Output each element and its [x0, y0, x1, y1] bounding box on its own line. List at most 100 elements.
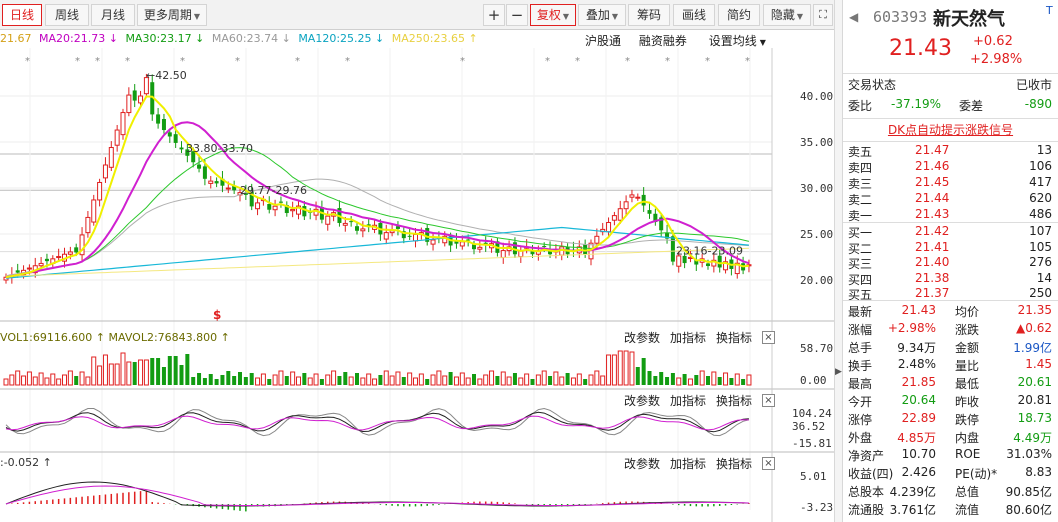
- kline-chart-area[interactable]: 40.00 35.00 30.00 25.00 20.00 * * * * * * * * * * * * * * *…: [0, 30, 834, 522]
- chart-links: 沪股通 融资融券 设置均线 ▼: [585, 32, 766, 49]
- volume-bar: [548, 376, 553, 385]
- draw-line-button[interactable]: 画线: [673, 4, 715, 26]
- chips-button[interactable]: 筹码: [628, 4, 670, 26]
- kdj-axis-label: 104.24: [792, 407, 832, 420]
- stat-row: 总股本 4.239亿 总值 90.85亿: [843, 483, 1058, 501]
- volume-bar: [570, 377, 576, 386]
- volume-bar: [734, 373, 740, 386]
- prev-stock-icon[interactable]: ◀: [849, 10, 858, 24]
- ma5-legend: 21.67: [0, 32, 32, 45]
- collapse-arrow-icon[interactable]: ▶: [834, 367, 843, 377]
- volume-bar: [418, 373, 424, 386]
- volume-bar: [629, 351, 635, 386]
- edit-params-link[interactable]: 改参数: [624, 394, 660, 408]
- candle-body: [342, 222, 348, 226]
- hide-button[interactable]: 隐藏 ▼: [763, 4, 811, 26]
- volume-bar: [641, 358, 646, 385]
- price-axis-label: 35.00: [800, 136, 833, 149]
- candle-body: [430, 239, 436, 245]
- switch-indicator-link[interactable]: 换指标: [716, 394, 752, 408]
- dk-signal-link[interactable]: DK点自动提示涨跌信号: [888, 123, 1013, 137]
- tab-weekly[interactable]: 周线: [45, 4, 89, 26]
- candle-body: [278, 201, 283, 203]
- bid-volume: 250: [1029, 286, 1052, 300]
- ask-row[interactable]: 卖二 21.44 620: [843, 191, 1058, 207]
- margin-trading-link[interactable]: 融资融券: [639, 34, 687, 48]
- close-icon[interactable]: ×: [762, 457, 775, 470]
- bid-row[interactable]: 买四 21.38 14: [843, 271, 1058, 287]
- hk-connect-link[interactable]: 沪股通: [585, 34, 621, 48]
- weibi-label: 委比: [848, 99, 873, 113]
- close-icon[interactable]: ×: [762, 394, 775, 407]
- ask-row[interactable]: 卖三 21.45 417: [843, 175, 1058, 191]
- overlay-button[interactable]: 叠加 ▼: [578, 4, 626, 26]
- volume-bar: [214, 379, 219, 385]
- switch-indicator-link[interactable]: 换指标: [716, 457, 752, 471]
- adjust-button[interactable]: 复权 ▼: [530, 4, 576, 26]
- ask-row[interactable]: 卖一 21.43 486: [843, 207, 1058, 223]
- edit-params-link[interactable]: 改参数: [624, 457, 660, 471]
- ask-price: 21.45: [915, 175, 950, 189]
- candle-body: [67, 251, 73, 255]
- tab-monthly[interactable]: 月线: [91, 4, 135, 26]
- volume-bar: [191, 377, 196, 385]
- add-indicator-link[interactable]: 加指标: [670, 394, 706, 408]
- ask-row[interactable]: 卖四 21.46 106: [843, 159, 1058, 175]
- candle-body: [641, 194, 646, 206]
- kline-chart[interactable]: 40.00 35.00 30.00 25.00 20.00 * * * * * * * * * * * * * * *…: [0, 30, 834, 522]
- stat-value: 18.73: [1017, 411, 1052, 425]
- stat-row: 流通股 3.761亿 流值 80.60亿: [843, 501, 1058, 519]
- bid-row[interactable]: 买三 21.40 276: [843, 255, 1058, 271]
- stat-value: 2.48%: [897, 357, 936, 371]
- volume-bar: [506, 376, 512, 386]
- info-icon[interactable]: T: [1046, 4, 1053, 17]
- ma20-legend: MA20:21.73 ↓: [39, 32, 118, 45]
- volume-bar: [313, 373, 319, 386]
- bid-row[interactable]: 买二 21.41 105: [843, 240, 1058, 256]
- kdj-k-line: [5, 411, 749, 433]
- candle-body: [459, 241, 465, 247]
- volume-bar: [267, 379, 272, 385]
- volume-bar: [611, 354, 617, 386]
- ask-price: 21.47: [915, 143, 950, 157]
- edit-params-link[interactable]: 改参数: [624, 331, 660, 345]
- bid-row[interactable]: 买一 21.42 107: [843, 224, 1058, 240]
- volume-bar: [746, 374, 752, 386]
- chevron-down-icon: ▼: [796, 12, 804, 21]
- switch-indicator-link[interactable]: 换指标: [716, 331, 752, 345]
- volume-bar: [442, 375, 448, 386]
- add-indicator-link[interactable]: 加指标: [670, 331, 706, 345]
- bid-price: 21.42: [915, 224, 950, 238]
- volume-bar: [372, 378, 378, 386]
- candle-body: [623, 201, 629, 210]
- add-indicator-link[interactable]: 加指标: [670, 457, 706, 471]
- bid-price: 21.37: [915, 286, 950, 300]
- volume-bar: [50, 373, 56, 386]
- kdj-j-line: [5, 407, 750, 437]
- volume-bar: [687, 378, 693, 386]
- volume-bar: [583, 379, 588, 385]
- simple-mode-button[interactable]: 简约: [718, 4, 760, 26]
- zoom-in-button[interactable]: +: [483, 4, 505, 26]
- fullscreen-icon[interactable]: ⛶: [813, 4, 833, 26]
- volume-bar: [588, 374, 594, 386]
- candle-body: [611, 215, 617, 221]
- zoom-out-button[interactable]: −: [506, 4, 528, 26]
- volume-bar: [296, 376, 301, 386]
- tab-daily[interactable]: 日线: [2, 4, 42, 26]
- tab-more-periods[interactable]: 更多周期 ▼: [137, 4, 207, 26]
- last-price: 21.43: [889, 36, 952, 61]
- ask-row[interactable]: 卖五 21.47 13: [843, 143, 1058, 159]
- trade-status-row: 交易状态 已收市: [843, 76, 1058, 95]
- set-ma-link[interactable]: 设置均线: [709, 34, 757, 48]
- volume-bar: [15, 370, 21, 386]
- volume-bar: [606, 354, 612, 386]
- candle-body: [325, 215, 331, 225]
- volume-bar: [553, 371, 559, 386]
- volume-bar: [465, 377, 471, 386]
- close-icon[interactable]: ×: [762, 331, 775, 344]
- volume-bar: [325, 374, 331, 386]
- vertical-scrollbar[interactable]: [834, 0, 843, 522]
- volume-bar: [331, 370, 337, 386]
- chevron-down-icon: ▼: [193, 12, 201, 21]
